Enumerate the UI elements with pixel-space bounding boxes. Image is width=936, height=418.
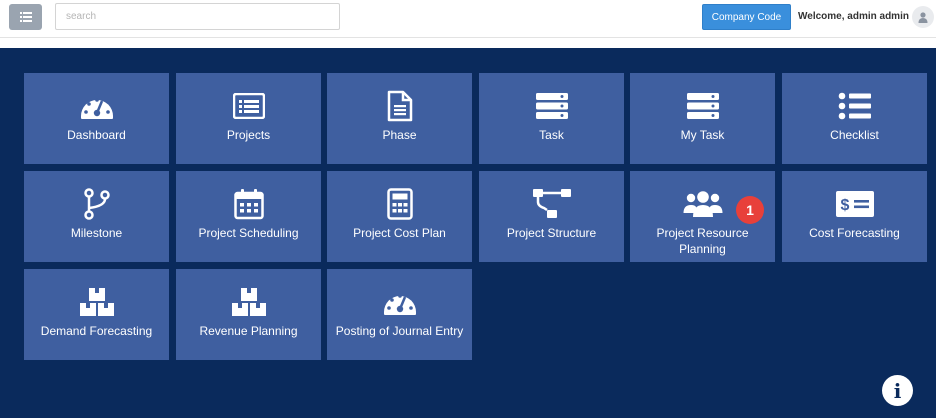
money-bill-icon: $ <box>835 187 875 221</box>
server-icon <box>535 89 569 123</box>
user-icon <box>918 11 928 23</box>
tile-label: Project Scheduling <box>198 226 299 240</box>
tile-label: Revenue Planning <box>199 324 298 338</box>
gauge-icon <box>80 89 114 123</box>
search-input[interactable] <box>55 3 340 30</box>
company-code-button[interactable]: Company Code <box>702 4 791 30</box>
tile-label: Posting of Journal Entry <box>335 324 464 338</box>
tile-label: Project Cost Plan <box>353 226 446 240</box>
tile-label: Checklist <box>830 128 879 142</box>
tile-label: Dashboard <box>67 128 126 142</box>
tile-phase[interactable]: Phase <box>327 73 472 164</box>
gauge-icon <box>383 285 417 319</box>
tile-label: Demand Forecasting <box>40 324 153 338</box>
top-bar: Company Code Welcome, admin admin <box>0 0 936 38</box>
sitemap-icon <box>532 187 572 221</box>
users-icon <box>683 187 723 221</box>
tile-label: Cost Forecasting <box>809 226 900 240</box>
tile-label: My Task <box>680 128 725 142</box>
user-avatar[interactable] <box>912 6 934 28</box>
tile-demand-forecasting[interactable]: Demand Forecasting <box>24 269 169 360</box>
bullet-list-icon <box>838 89 872 123</box>
tile-cost-forecasting[interactable]: $ Cost Forecasting <box>782 171 927 262</box>
tile-dashboard[interactable]: Dashboard <box>24 73 169 164</box>
tile-label: Milestone <box>70 226 123 240</box>
tile-label: Phase <box>382 128 417 142</box>
tile-label: Projects <box>226 128 271 142</box>
tile-milestone[interactable]: Milestone <box>24 171 169 262</box>
tile-task[interactable]: Task <box>479 73 624 164</box>
tile-project-structure[interactable]: Project Structure <box>479 171 624 262</box>
calculator-icon <box>386 187 413 221</box>
tile-label: Project Resource Planning <box>656 226 749 256</box>
branch-icon <box>83 187 110 221</box>
info-button[interactable]: i <box>882 375 913 406</box>
svg-text:$: $ <box>840 197 849 214</box>
server-icon <box>686 89 720 123</box>
calendar-icon <box>233 187 264 221</box>
boxes-icon <box>231 285 267 319</box>
boxes-icon <box>79 285 115 319</box>
list-card-icon <box>232 89 265 123</box>
list-icon <box>19 12 32 22</box>
notification-badge: 1 <box>736 196 764 224</box>
tile-my-task[interactable]: My Task <box>630 73 775 164</box>
welcome-text: Welcome, admin admin <box>798 11 909 22</box>
info-icon: i <box>893 378 902 403</box>
tile-projects[interactable]: Projects <box>176 73 321 164</box>
menu-toggle-button[interactable] <box>9 4 42 30</box>
tile-label: Project Structure <box>506 226 597 240</box>
tile-revenue-planning[interactable]: Revenue Planning <box>176 269 321 360</box>
tile-project-scheduling[interactable]: Project Scheduling <box>176 171 321 262</box>
document-icon <box>387 89 413 123</box>
tile-label: Task <box>539 128 564 142</box>
tile-posting-of-journal-entry[interactable]: Posting of Journal Entry <box>327 269 472 360</box>
tile-checklist[interactable]: Checklist <box>782 73 927 164</box>
tile-project-cost-plan[interactable]: Project Cost Plan <box>327 171 472 262</box>
